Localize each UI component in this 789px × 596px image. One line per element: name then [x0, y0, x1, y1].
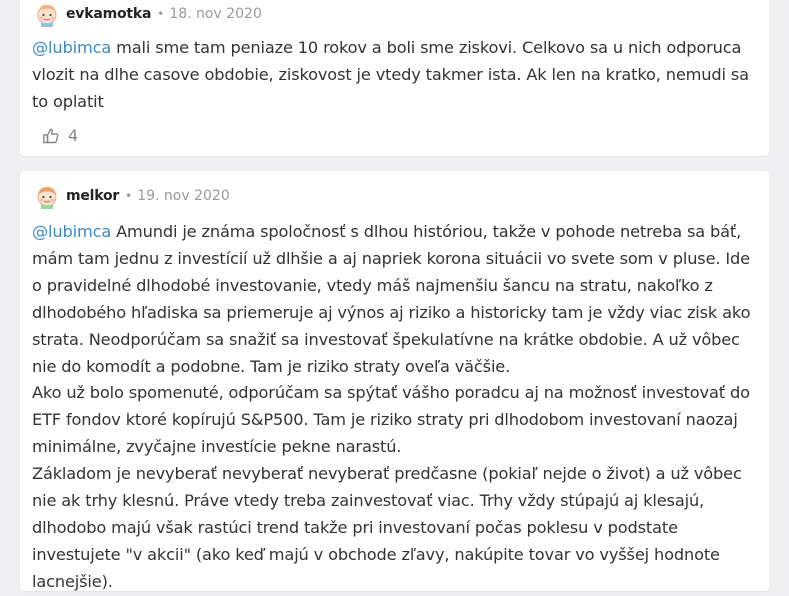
thumbs-up-icon: [43, 128, 59, 143]
comment-header: evkamotka • 18. nov 2020: [34, 1, 262, 27]
comment-text: @lubimca Amundi je známa spoločnosť s dl…: [32, 219, 753, 596]
separator-dot: •: [125, 189, 133, 203]
like-button[interactable]: 4: [42, 126, 78, 145]
avatar-icon[interactable]: [34, 1, 60, 27]
author-name[interactable]: melkor: [66, 188, 119, 204]
comment-date: 19. nov 2020: [137, 188, 230, 204]
comment-header: melkor • 19. nov 2020: [34, 183, 230, 209]
mention-link[interactable]: @lubimca: [32, 38, 111, 57]
comment-paragraph: Ako už bolo spomenuté, odporúčam sa spýt…: [32, 383, 750, 457]
author-name[interactable]: evkamotka: [66, 6, 151, 22]
comment-body: mali sme tam peniaze 10 rokov a boli sme…: [32, 38, 749, 111]
comment-date: 18. nov 2020: [169, 6, 262, 22]
comment-card: melkor • 19. nov 2020 @lubimca Amundi je…: [20, 171, 769, 591]
comment-paragraph: Základom je nevyberať nevyberať nevybera…: [32, 464, 742, 591]
comment-card: evkamotka • 18. nov 2020 @lubimca mali s…: [20, 0, 769, 156]
comment-paragraph: Amundi je známa spoločnosť s dlhou histó…: [32, 222, 751, 376]
mention-link[interactable]: @lubimca: [32, 222, 111, 241]
separator-dot: •: [157, 7, 165, 21]
like-count: 4: [68, 126, 79, 145]
comment-text: @lubimca mali sme tam peniaze 10 rokov a…: [32, 35, 753, 116]
avatar-icon[interactable]: [34, 183, 60, 209]
